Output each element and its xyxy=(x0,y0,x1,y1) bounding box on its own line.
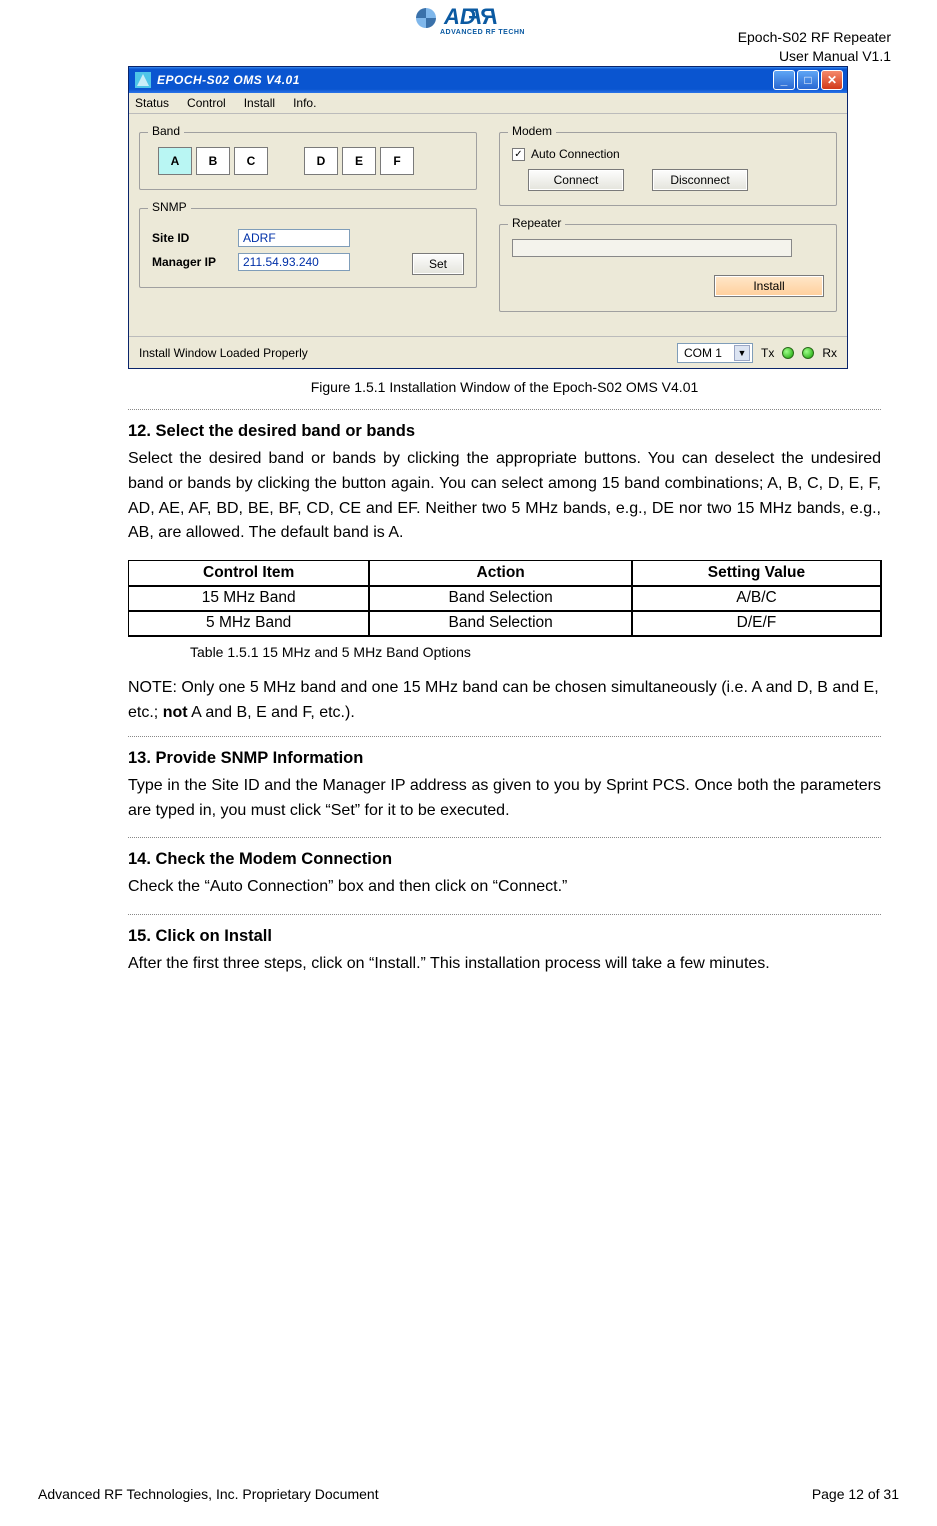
band-options-table: Control Item Action Setting Value 15 MHz… xyxy=(128,560,881,636)
menu-control[interactable]: Control xyxy=(187,96,226,110)
tx-label: Tx xyxy=(761,346,774,360)
app-window: EPOCH-S02 OMS V4.01 _ □ ✕ Status Control… xyxy=(128,66,848,369)
menu-info[interactable]: Info. xyxy=(293,96,316,110)
table-header: Setting Value xyxy=(632,561,880,586)
svg-text:ADVANCED RF TECHNOLOGIES: ADVANCED RF TECHNOLOGIES xyxy=(440,29,524,36)
minimize-button[interactable]: _ xyxy=(773,70,795,90)
step14-title: 14. Check the Modem Connection xyxy=(128,850,881,869)
step12-body: Select the desired band or bands by clic… xyxy=(128,447,881,546)
note: NOTE: Only one 5 MHz band and one 15 MHz… xyxy=(128,676,881,726)
statusbar: Install Window Loaded Properly COM 1 ▼ T… xyxy=(129,336,847,368)
divider xyxy=(128,914,881,915)
table-row: 5 MHz Band Band Selection D/E/F xyxy=(129,611,881,636)
band-e-button[interactable]: E xyxy=(342,147,376,175)
footer-right: Page 12 of 31 xyxy=(812,1486,899,1502)
rx-led-icon xyxy=(802,347,814,359)
install-button[interactable]: Install xyxy=(714,275,824,297)
product-name: Epoch-S02 RF Repeater xyxy=(738,28,891,47)
status-text: Install Window Loaded Properly xyxy=(139,346,308,360)
rx-label: Rx xyxy=(822,346,837,360)
divider xyxy=(128,837,881,838)
auto-connection-label: Auto Connection xyxy=(531,147,620,161)
band-a-button[interactable]: A xyxy=(158,147,192,175)
manager-ip-input[interactable] xyxy=(238,253,350,271)
titlebar: EPOCH-S02 OMS V4.01 _ □ ✕ xyxy=(129,67,847,93)
divider xyxy=(128,409,881,410)
band-f-button[interactable]: F xyxy=(380,147,414,175)
repeater-group-label: Repeater xyxy=(508,216,565,230)
com-port-value: COM 1 xyxy=(684,346,722,360)
window-title: EPOCH-S02 OMS V4.01 xyxy=(157,73,300,87)
modem-group-label: Modem xyxy=(508,124,556,138)
close-button[interactable]: ✕ xyxy=(821,70,843,90)
site-id-input[interactable] xyxy=(238,229,350,247)
set-button[interactable]: Set xyxy=(412,253,464,275)
menu-status[interactable]: Status xyxy=(135,96,169,110)
connect-button[interactable]: Connect xyxy=(528,169,624,191)
figure-caption: Figure 1.5.1 Installation Window of the … xyxy=(128,379,881,395)
step13-title: 13. Provide SNMP Information xyxy=(128,749,881,768)
footer: Advanced RF Technologies, Inc. Proprieta… xyxy=(38,1486,899,1502)
snmp-group: SNMP Site ID Manager IP xyxy=(139,208,477,288)
com-port-select[interactable]: COM 1 ▼ xyxy=(677,343,753,363)
header-right: Epoch-S02 RF Repeater User Manual V1.1 xyxy=(738,28,891,66)
repeater-progress xyxy=(512,239,792,257)
menubar: Status Control Install Info. xyxy=(129,93,847,114)
table-header: Control Item xyxy=(129,561,369,586)
auto-connection-checkbox[interactable]: ✓ xyxy=(512,148,525,161)
footer-left: Advanced RF Technologies, Inc. Proprieta… xyxy=(38,1486,379,1502)
app-icon xyxy=(135,72,151,88)
chevron-down-icon: ▼ xyxy=(734,345,750,361)
step15-body: After the first three steps, click on “I… xyxy=(128,952,881,977)
step12-title: 12. Select the desired band or bands xyxy=(128,422,881,441)
maximize-button[interactable]: □ xyxy=(797,70,819,90)
site-id-label: Site ID xyxy=(152,231,238,245)
doc-version: User Manual V1.1 xyxy=(738,47,891,66)
band-group: Band A B C D E F xyxy=(139,132,477,190)
table-header: Action xyxy=(369,561,633,586)
menu-install[interactable]: Install xyxy=(244,96,275,110)
step14-body: Check the “Auto Connection” box and then… xyxy=(128,875,881,900)
modem-group: Modem ✓ Auto Connection Connect Disconne… xyxy=(499,132,837,206)
band-c-button[interactable]: C xyxy=(234,147,268,175)
tx-led-icon xyxy=(782,347,794,359)
table-row: 15 MHz Band Band Selection A/B/C xyxy=(129,586,881,611)
band-group-label: Band xyxy=(148,124,184,138)
snmp-group-label: SNMP xyxy=(148,200,191,214)
divider xyxy=(128,736,881,737)
band-d-button[interactable]: D xyxy=(304,147,338,175)
repeater-group: Repeater Install xyxy=(499,224,837,312)
screenshot-container: EPOCH-S02 OMS V4.01 _ □ ✕ Status Control… xyxy=(128,66,881,369)
band-b-button[interactable]: B xyxy=(196,147,230,175)
manager-ip-label: Manager IP xyxy=(152,255,238,269)
step15-title: 15. Click on Install xyxy=(128,927,881,946)
svg-text:RF: RF xyxy=(467,6,497,29)
table-caption: Table 1.5.1 15 MHz and 5 MHz Band Option… xyxy=(128,644,881,660)
step13-body: Type in the Site ID and the Manager IP a… xyxy=(128,774,881,824)
disconnect-button[interactable]: Disconnect xyxy=(652,169,748,191)
